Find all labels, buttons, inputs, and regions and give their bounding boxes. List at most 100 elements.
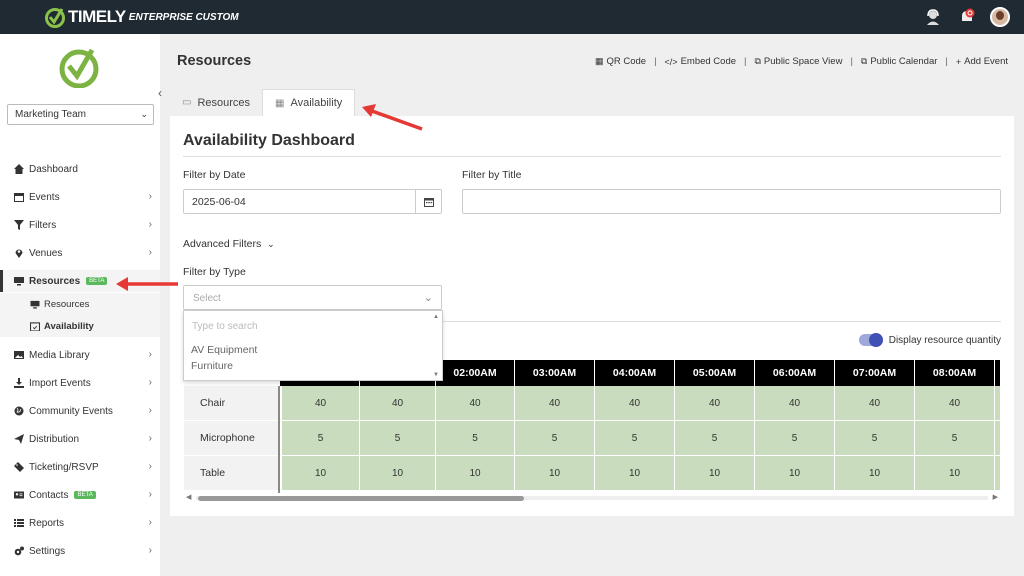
availability-cell[interactable]: 40: [675, 386, 755, 421]
qr-code-link[interactable]: QR Code: [606, 56, 646, 67]
brand-edition: ENTERPRISE CUSTOM: [128, 11, 239, 23]
hour-header: 05:00AM: [675, 360, 755, 386]
sidebar-item-community-events[interactable]: Community Events ›: [0, 400, 160, 422]
sidebar-item-ticketing[interactable]: Ticketing/RSVP ›: [0, 456, 160, 478]
chevron-right-icon: ›: [148, 247, 152, 258]
scroll-thumb[interactable]: [198, 496, 524, 501]
availability-cell[interactable]: 40: [436, 386, 515, 421]
sidebar-item-import-events[interactable]: Import Events ›: [0, 372, 160, 394]
availability-cell[interactable]: 5: [282, 421, 360, 456]
monitor-icon: ▭: [182, 97, 192, 108]
sidebar-item-reports[interactable]: Reports ›: [0, 512, 160, 534]
sidebar-item-filters[interactable]: Filters ›: [0, 214, 160, 236]
availability-cell[interactable]: 5: [515, 421, 595, 456]
filter-date-input[interactable]: 2025-06-04: [183, 189, 442, 214]
scroll-left-icon[interactable]: ◀: [186, 493, 191, 501]
availability-cell[interactable]: 5: [360, 421, 436, 456]
dropdown-search-input[interactable]: Type to search: [192, 321, 258, 332]
sidebar-subitem-label: Resources: [44, 298, 90, 310]
filter-title-input[interactable]: [462, 189, 1001, 214]
availability-cell[interactable]: 10: [595, 456, 675, 491]
dropdown-option[interactable]: AV Equipment: [191, 344, 257, 356]
gears-icon: [14, 546, 24, 556]
dropdown-option[interactable]: Furniture: [191, 360, 233, 372]
public-calendar-link[interactable]: Public Calendar: [870, 56, 937, 67]
image-icon: [14, 350, 24, 360]
notification-bell-icon[interactable]: [956, 6, 978, 28]
availability-cell[interactable]: 40: [360, 386, 436, 421]
availability-cell[interactable]: [995, 456, 1000, 491]
collapse-sidebar-icon[interactable]: ‹: [158, 86, 162, 100]
plus-icon: +: [955, 56, 962, 67]
availability-cell[interactable]: 40: [755, 386, 835, 421]
sidebar-item-settings[interactable]: Settings ›: [0, 540, 160, 562]
chevron-right-icon: ›: [148, 517, 152, 528]
sidebar-item-label: Venues: [29, 247, 63, 259]
support-agent-icon[interactable]: [922, 6, 944, 28]
brand-name: TIMELY: [68, 7, 126, 26]
scroll-right-icon[interactable]: ▶: [993, 493, 998, 501]
action-separator: |: [850, 56, 853, 67]
availability-cell[interactable]: 10: [675, 456, 755, 491]
filter-type-select[interactable]: Select ⌄: [183, 285, 442, 310]
availability-cell[interactable]: 40: [515, 386, 595, 421]
advanced-filters-toggle[interactable]: Advanced Filters ⌄: [183, 238, 275, 250]
availability-cell[interactable]: 10: [436, 456, 515, 491]
availability-cell[interactable]: 40: [282, 386, 360, 421]
tab-availability[interactable]: ▦ Availability: [262, 89, 356, 116]
horizontal-scrollbar[interactable]: ◀ ▶: [184, 493, 1000, 502]
chevron-right-icon: ›: [148, 461, 152, 472]
globe-icon: [14, 406, 24, 416]
sidebar-subitem-resources[interactable]: Resources: [0, 293, 160, 315]
availability-cell[interactable]: 10: [515, 456, 595, 491]
embed-code-link[interactable]: Embed Code: [681, 56, 736, 67]
availability-cell[interactable]: 10: [360, 456, 436, 491]
brand-logo[interactable]: TIMELY ENTERPRISE CUSTOM: [44, 6, 239, 28]
availability-cell[interactable]: 5: [595, 421, 675, 456]
sidebar-item-label: Contacts: [29, 489, 69, 501]
hour-header: [995, 360, 1000, 386]
filter-date-label: Filter by Date: [183, 169, 246, 181]
sidebar-item-dashboard[interactable]: Dashboard: [0, 158, 160, 180]
tab-resources[interactable]: ▭ Resources: [170, 89, 262, 116]
timely-logo-icon: [45, 8, 65, 28]
sidebar-item-label: Media Library: [29, 349, 90, 361]
sidebar-item-distribution[interactable]: Distribution ›: [0, 428, 160, 450]
sidebar-item-contacts[interactable]: Contacts BETA ›: [0, 484, 160, 506]
availability-cell[interactable]: 5: [835, 421, 915, 456]
sidebar-item-events[interactable]: Events ›: [0, 186, 160, 208]
availability-cell[interactable]: 5: [675, 421, 755, 456]
scroll-up-icon[interactable]: ▲: [433, 314, 439, 320]
chevron-right-icon: ›: [148, 219, 152, 230]
availability-cell[interactable]: 10: [915, 456, 995, 491]
team-select[interactable]: Marketing Team ⌄: [7, 104, 154, 125]
sidebar-item-label: Filters: [29, 219, 57, 231]
resource-quantity-toggle[interactable]: [858, 333, 883, 347]
filter-date-value: 2025-06-04: [192, 196, 246, 208]
calendar-icon: [14, 192, 24, 202]
availability-cell[interactable]: [995, 386, 1000, 421]
availability-cell[interactable]: 10: [835, 456, 915, 491]
add-event-link[interactable]: Add Event: [964, 56, 1008, 67]
availability-cell[interactable]: 5: [436, 421, 515, 456]
top-bar: TIMELY ENTERPRISE CUSTOM: [0, 0, 1024, 34]
public-space-view-link[interactable]: Public Space View: [764, 56, 843, 67]
availability-cell[interactable]: 40: [835, 386, 915, 421]
availability-cell[interactable]: 5: [915, 421, 995, 456]
calendar-icon: [423, 197, 434, 207]
annotation-arrow-icon: [116, 277, 178, 291]
filter-title-label: Filter by Title: [462, 169, 522, 181]
availability-cell[interactable]: [995, 421, 1000, 456]
calendar-picker-button[interactable]: [415, 190, 441, 213]
availability-cell[interactable]: 10: [282, 456, 360, 491]
availability-cell[interactable]: 40: [915, 386, 995, 421]
chevron-down-icon: ⌄: [423, 292, 433, 304]
sidebar-item-media-library[interactable]: Media Library ›: [0, 344, 160, 366]
availability-cell[interactable]: 5: [755, 421, 835, 456]
sidebar-item-venues[interactable]: Venues ›: [0, 242, 160, 264]
scroll-down-icon[interactable]: ▼: [433, 372, 439, 378]
user-avatar[interactable]: [990, 7, 1010, 27]
availability-cell[interactable]: 10: [755, 456, 835, 491]
sidebar-subitem-availability[interactable]: Availability: [0, 315, 160, 337]
availability-cell[interactable]: 40: [595, 386, 675, 421]
